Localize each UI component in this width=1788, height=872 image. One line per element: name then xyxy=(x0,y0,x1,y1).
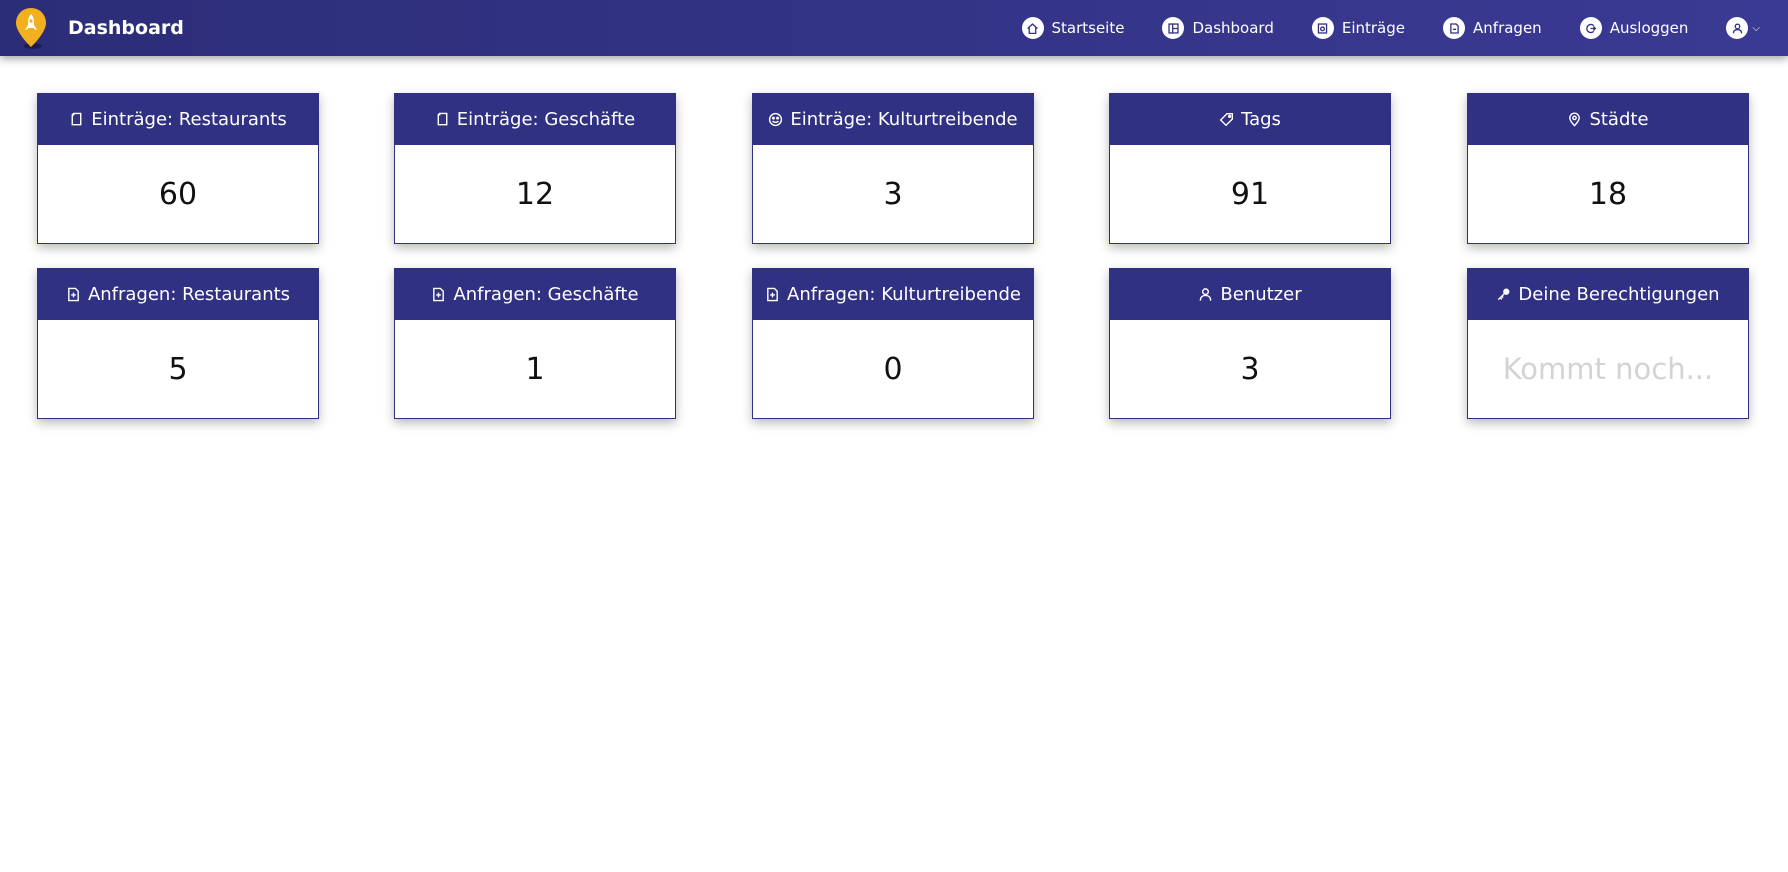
top-navbar: Dashboard Startseite Dashboard Einträge … xyxy=(0,0,1788,56)
document-icon xyxy=(437,112,448,126)
card-eintraege-kulturtreibende[interactable]: Einträge: Kulturtreibende 3 xyxy=(752,93,1034,244)
card-staedte[interactable]: Städte 18 xyxy=(1467,93,1749,244)
card-value-placeholder: Kommt noch... xyxy=(1502,352,1714,386)
card-title: Benutzer xyxy=(1220,284,1302,305)
user-icon xyxy=(1200,288,1212,301)
card-anfragen-restaurants[interactable]: Anfragen: Restaurants 5 xyxy=(37,268,319,419)
nav-item-startseite[interactable]: Startseite xyxy=(1021,17,1125,39)
brand[interactable]: Dashboard xyxy=(14,6,184,50)
nav-label: Startseite xyxy=(1051,19,1125,37)
dashboard-icon xyxy=(1162,17,1185,39)
entries-icon xyxy=(1311,17,1334,39)
card-value: 18 xyxy=(1588,176,1628,212)
nav-item-dashboard[interactable]: Dashboard xyxy=(1162,17,1274,39)
card-title: Städte xyxy=(1589,109,1649,130)
requests-icon xyxy=(1443,17,1466,39)
card-header: Tags xyxy=(1110,94,1390,145)
card-value: 5 xyxy=(168,351,188,387)
logo-icon xyxy=(14,6,48,50)
card-tags[interactable]: Tags 91 xyxy=(1109,93,1391,244)
card-header: Deine Berechtigungen xyxy=(1468,269,1748,320)
card-header: Anfragen: Restaurants xyxy=(38,269,318,320)
document-icon xyxy=(71,112,82,126)
document-plus-icon xyxy=(433,287,445,302)
card-value: 3 xyxy=(1240,351,1260,387)
card-title: Deine Berechtigungen xyxy=(1518,284,1720,305)
card-benutzer[interactable]: Benutzer 3 xyxy=(1109,268,1391,419)
card-title: Tags xyxy=(1241,109,1281,130)
card-anfragen-kulturtreibende[interactable]: Anfragen: Kulturtreibende 0 xyxy=(752,268,1034,419)
key-icon xyxy=(1498,288,1510,301)
main-nav: Startseite Dashboard Einträge Anfragen A… xyxy=(984,0,1760,56)
tag-icon xyxy=(1219,112,1234,127)
document-plus-icon xyxy=(767,287,778,302)
nav-item-anfragen[interactable]: Anfragen xyxy=(1443,17,1542,39)
card-value: 91 xyxy=(1230,176,1270,212)
card-value: 0 xyxy=(883,351,903,387)
home-icon xyxy=(1021,17,1044,39)
user-menu[interactable]: ⌵ xyxy=(1726,17,1760,39)
card-title: Einträge: Restaurants xyxy=(91,109,287,130)
card-header: Einträge: Geschäfte xyxy=(395,94,675,145)
card-eintraege-restaurants[interactable]: Einträge: Restaurants 60 xyxy=(37,93,319,244)
nav-item-eintraege[interactable]: Einträge xyxy=(1311,17,1406,39)
card-header: Anfragen: Geschäfte xyxy=(395,269,675,320)
document-plus-icon xyxy=(68,287,79,302)
nav-label: Einträge xyxy=(1341,19,1406,37)
card-eintraege-geschaefte[interactable]: Einträge: Geschäfte 12 xyxy=(394,93,676,244)
card-value: 3 xyxy=(883,176,903,212)
card-title: Anfragen: Restaurants xyxy=(87,284,291,305)
location-pin-icon xyxy=(1569,112,1581,127)
card-title: Einträge: Geschäfte xyxy=(456,109,636,130)
card-title: Einträge: Kulturtreibende xyxy=(790,109,1018,130)
smiley-icon xyxy=(769,112,783,127)
card-header: Benutzer xyxy=(1110,269,1390,320)
card-header: Städte xyxy=(1468,94,1748,145)
nav-label: Dashboard xyxy=(1192,19,1274,37)
chevron-down-icon: ⌵ xyxy=(1752,22,1760,34)
card-header: Einträge: Kulturtreibende xyxy=(753,94,1033,145)
logout-icon xyxy=(1579,17,1602,39)
card-value: 12 xyxy=(515,176,555,212)
card-value: 1 xyxy=(525,351,545,387)
card-header: Einträge: Restaurants xyxy=(38,94,318,145)
nav-label: Anfragen xyxy=(1473,19,1542,37)
nav-label: Ausloggen xyxy=(1609,19,1689,37)
card-header: Anfragen: Kulturtreibende xyxy=(753,269,1033,320)
user-icon xyxy=(1726,17,1749,39)
app-title: Dashboard xyxy=(68,17,184,39)
card-title: Anfragen: Kulturtreibende xyxy=(787,284,1021,305)
card-title: Anfragen: Geschäfte xyxy=(453,284,639,305)
card-anfragen-geschaefte[interactable]: Anfragen: Geschäfte 1 xyxy=(394,268,676,419)
card-deine-berechtigungen[interactable]: Deine Berechtigungen Kommt noch... xyxy=(1467,268,1749,419)
nav-item-ausloggen[interactable]: Ausloggen xyxy=(1579,17,1689,39)
card-value: 60 xyxy=(158,176,198,212)
